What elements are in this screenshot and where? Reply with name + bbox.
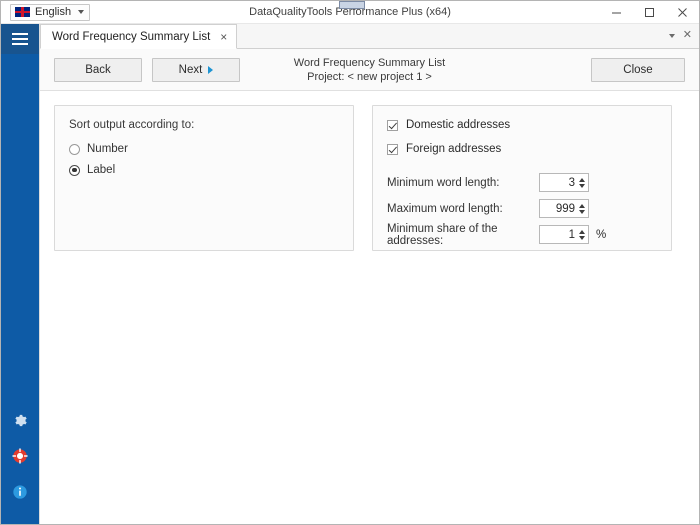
close-button-wrap: Close xyxy=(591,58,685,82)
minimum-word-length-arrows[interactable] xyxy=(579,178,586,188)
arrow-up-icon[interactable] xyxy=(579,178,585,182)
minimum-word-length-stepper[interactable]: 3 xyxy=(539,173,589,192)
uk-flag-icon xyxy=(15,7,30,17)
empty-content-region xyxy=(40,251,699,524)
next-button-label: Next xyxy=(179,64,203,76)
checkbox-domestic-indicator xyxy=(387,120,398,131)
sidebar-item-info[interactable] xyxy=(1,474,39,510)
settings-panels: Sort output according to: Number Label xyxy=(40,91,699,251)
radio-option-number[interactable]: Number xyxy=(69,143,339,155)
checkbox-foreign-addresses[interactable]: Foreign addresses xyxy=(387,143,657,155)
sidebar-item-support[interactable] xyxy=(1,438,39,474)
arrow-down-icon[interactable] xyxy=(579,184,585,188)
close-button[interactable] xyxy=(666,1,699,24)
info-icon xyxy=(12,484,28,500)
radio-option-label[interactable]: Label xyxy=(69,164,339,176)
next-button[interactable]: Next xyxy=(152,58,240,82)
tab-bar: Word Frequency Summary List × ✕ xyxy=(40,24,699,49)
language-selector[interactable]: English xyxy=(10,4,90,21)
tab-overflow-chevron-down-icon[interactable] xyxy=(669,34,675,38)
tab-bar-close-icon[interactable]: ✕ xyxy=(683,30,692,41)
chevron-right-icon xyxy=(208,66,213,74)
maximum-word-length-arrows[interactable] xyxy=(579,204,586,214)
radio-number-label: Number xyxy=(87,143,128,155)
percent-suffix: % xyxy=(596,229,606,241)
maximize-button[interactable] xyxy=(633,1,666,24)
minimum-share-label: Minimum share of the addresses: xyxy=(387,223,539,247)
field-maximum-word-length: Maximum word length: 999 xyxy=(387,199,657,218)
window-body: Word Frequency Summary List × ✕ Back Nex… xyxy=(1,24,699,524)
wizard-toolbar: Back Next Word Frequency Summary List Pr… xyxy=(40,49,699,91)
minimum-share-stepper[interactable]: 1 xyxy=(539,225,589,244)
tab-label: Word Frequency Summary List xyxy=(52,31,210,43)
back-button-label: Back xyxy=(85,64,111,76)
lifebuoy-icon xyxy=(12,448,28,464)
minimum-share-arrows[interactable] xyxy=(579,230,586,240)
arrow-up-icon[interactable] xyxy=(579,204,585,208)
window-drag-handle[interactable] xyxy=(339,1,365,9)
title-bar: English DataQualityTools Performance Plu… xyxy=(1,1,699,24)
minimum-word-length-label: Minimum word length: xyxy=(387,177,539,189)
content-area: Word Frequency Summary List × ✕ Back Nex… xyxy=(39,24,699,524)
sort-options-panel: Sort output according to: Number Label xyxy=(54,105,354,251)
arrow-down-icon[interactable] xyxy=(579,236,585,240)
checkbox-domestic-label: Domestic addresses xyxy=(406,119,510,131)
maximum-word-length-stepper[interactable]: 999 xyxy=(539,199,589,218)
minimize-button[interactable] xyxy=(600,1,633,24)
checkbox-foreign-label: Foreign addresses xyxy=(406,143,501,155)
maximum-word-length-value: 999 xyxy=(540,203,579,215)
close-page-button[interactable]: Close xyxy=(591,58,685,82)
left-sidebar xyxy=(1,24,39,524)
address-filter-panel: Domestic addresses Foreign addresses Min… xyxy=(372,105,672,251)
radio-number-indicator xyxy=(69,144,80,155)
field-minimum-share: Minimum share of the addresses: 1 % xyxy=(387,225,657,244)
checkbox-foreign-indicator xyxy=(387,144,398,155)
radio-label-label: Label xyxy=(87,164,115,176)
language-label: English xyxy=(35,7,71,18)
chevron-down-icon xyxy=(78,10,84,14)
minimum-word-length-value: 3 xyxy=(540,177,579,189)
field-minimum-word-length: Minimum word length: 3 xyxy=(387,173,657,192)
arrow-up-icon[interactable] xyxy=(579,230,585,234)
window-controls xyxy=(600,1,699,24)
arrow-down-icon[interactable] xyxy=(579,210,585,214)
gear-icon xyxy=(13,413,28,428)
application-window: English DataQualityTools Performance Plu… xyxy=(0,0,700,525)
tab-word-frequency-summary-list[interactable]: Word Frequency Summary List × xyxy=(40,24,237,49)
checkbox-domestic-addresses[interactable]: Domestic addresses xyxy=(387,119,657,131)
radio-label-indicator xyxy=(69,165,80,176)
hamburger-icon[interactable] xyxy=(1,24,39,54)
minimum-share-value: 1 xyxy=(540,229,579,241)
tab-close-icon[interactable]: × xyxy=(220,32,227,42)
sidebar-item-settings[interactable] xyxy=(1,402,39,438)
close-page-button-label: Close xyxy=(623,64,652,76)
sort-panel-title: Sort output according to: xyxy=(69,119,339,131)
maximum-word-length-label: Maximum word length: xyxy=(387,203,539,215)
back-button[interactable]: Back xyxy=(54,58,142,82)
tab-bar-controls: ✕ xyxy=(669,24,699,48)
